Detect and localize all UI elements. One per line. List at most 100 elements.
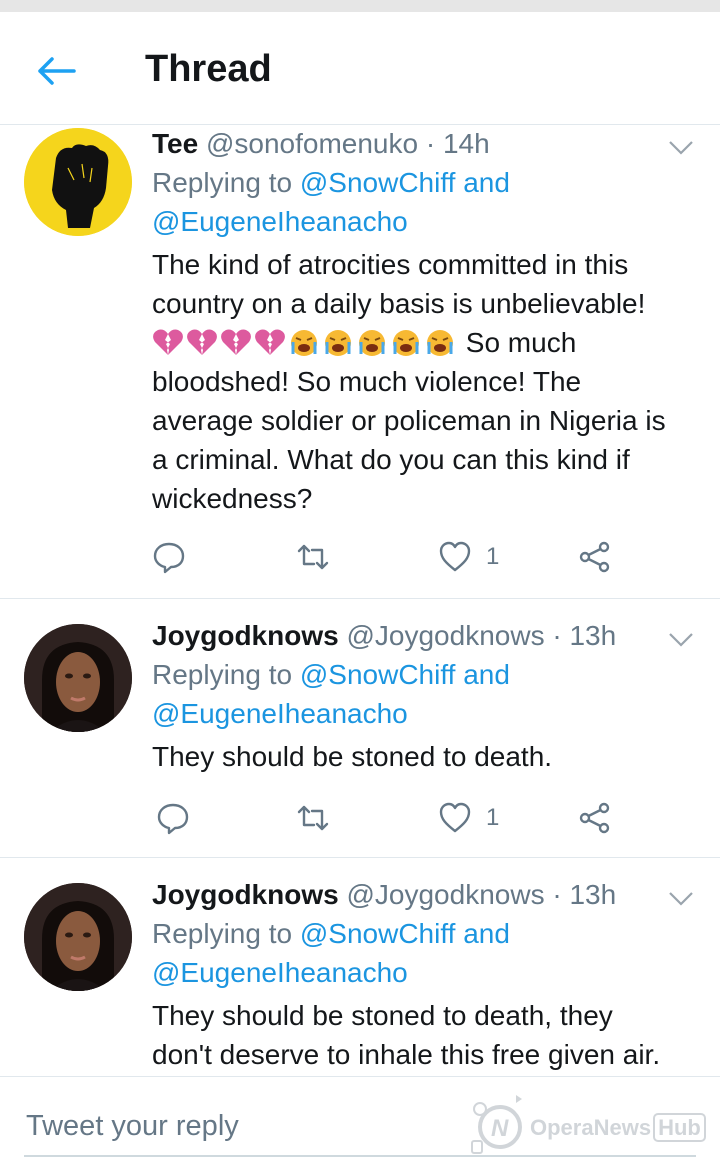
text-line: don't deserve to inhale this free given …	[152, 1039, 661, 1070]
user-handle[interactable]: @Joygodknows	[346, 879, 544, 910]
status-bar	[0, 0, 720, 12]
replying-to: Replying to @SnowChiff and	[152, 655, 696, 694]
like-button[interactable]: 1	[438, 537, 499, 577]
display-name[interactable]: Joygodknows	[152, 879, 339, 910]
replying-to-cont: @EugeneIheanacho	[152, 953, 696, 992]
watermark-hub: Hub	[653, 1113, 706, 1142]
tweet-2[interactable]: Joygodknows @Joygodknows · 13h Replying …	[0, 598, 720, 858]
avatar[interactable]	[24, 883, 132, 991]
tweet-header: Tee @sonofomenuko · 14h	[152, 124, 696, 163]
loudly-crying-face-emoji	[325, 330, 351, 356]
page-title: Thread	[145, 48, 272, 90]
tweet-text: The kind of atrocities committed in this…	[152, 245, 696, 518]
watermark: N OperaNews Hub	[466, 1089, 706, 1159]
display-name[interactable]: Tee	[152, 128, 198, 159]
svg-text:N: N	[491, 1115, 509, 1142]
raised-fist-icon	[24, 128, 132, 236]
broken-heart-emoji	[255, 329, 285, 355]
share-button[interactable]	[578, 537, 612, 577]
replying-to-label: Replying to	[152, 659, 293, 690]
tweet-text: They should be stoned to death, they don…	[152, 996, 696, 1074]
broken-heart-emoji	[187, 329, 217, 355]
heart-icon	[439, 541, 471, 572]
text-line: wickedness?	[152, 483, 313, 514]
header: Thread	[0, 12, 720, 125]
mention-and[interactable]: and	[463, 167, 510, 198]
tweet-3[interactable]: Joygodknows @Joygodknows · 13h Replying …	[0, 857, 720, 1076]
share-icon	[579, 802, 610, 834]
tweet-content: Tee @sonofomenuko · 14h Replying to @Sno…	[152, 124, 696, 518]
reply-icon	[153, 542, 185, 574]
mention-and[interactable]: and	[463, 659, 510, 690]
tweet-header: Joygodknows @Joygodknows · 13h	[152, 875, 696, 914]
replying-to: Replying to @SnowChiff and	[152, 914, 696, 953]
text-line: The kind of atrocities committed in this	[152, 249, 629, 280]
arrow-left-icon[interactable]	[36, 56, 76, 86]
share-button[interactable]	[578, 798, 612, 838]
tweet-text: They should be stoned to death.	[152, 737, 696, 776]
text-line-emoji: So much	[152, 323, 696, 362]
tweet-content: Joygodknows @Joygodknows · 13h Replying …	[152, 875, 696, 1074]
replying-to-label: Replying to	[152, 918, 293, 949]
user-handle[interactable]: @Joygodknows	[346, 620, 544, 651]
display-name[interactable]: Joygodknows	[152, 620, 339, 651]
replying-to-cont: @EugeneIheanacho	[152, 694, 696, 733]
reply-bar: N OperaNewsHub	[0, 1076, 720, 1169]
replying-to-label: Replying to	[152, 167, 293, 198]
mention-and[interactable]: and	[463, 918, 510, 949]
separator: ·	[552, 620, 562, 651]
broken-heart-emoji	[221, 329, 251, 355]
timestamp: 14h	[442, 128, 490, 159]
profile-photo	[24, 624, 132, 732]
like-count: 1	[486, 804, 500, 831]
loudly-crying-face-emoji	[427, 330, 453, 356]
retweet-button[interactable]	[296, 798, 330, 838]
text-line: country on a daily basis is unbelievable…	[152, 288, 646, 319]
reply-button[interactable]	[156, 798, 190, 838]
like-button[interactable]: 1	[438, 798, 499, 838]
loudly-crying-face-emoji	[291, 330, 317, 356]
tweet-actions: 1	[152, 798, 622, 838]
text-line: average soldier or policeman in Nigeria …	[152, 405, 666, 436]
retweet-button[interactable]	[296, 537, 330, 577]
replying-to: Replying to @SnowChiff and	[152, 163, 696, 202]
retweet-icon	[297, 544, 329, 570]
mention-link[interactable]: @EugeneIheanacho	[152, 957, 408, 988]
tweet-actions: 1	[152, 537, 622, 577]
mention-link[interactable]: @SnowChiff	[300, 918, 456, 949]
broken-heart-emoji	[153, 329, 183, 355]
retweet-icon	[297, 805, 329, 831]
operanews-logo-icon: N	[471, 1095, 522, 1154]
text-line: They should be stoned to death, they	[152, 1000, 613, 1031]
profile-photo	[24, 883, 132, 991]
reply-icon	[157, 803, 189, 835]
mention-link[interactable]: @SnowChiff	[300, 659, 456, 690]
share-icon	[579, 541, 610, 573]
mention-link[interactable]: @EugeneIheanacho	[152, 206, 408, 237]
text-fragment: So much	[465, 327, 577, 358]
replying-to-cont: @EugeneIheanacho	[152, 202, 696, 241]
reply-button[interactable]	[152, 537, 186, 577]
text-line: They should be stoned to death.	[152, 741, 553, 772]
loudly-crying-face-emoji	[359, 330, 385, 356]
text-line: a criminal. What do you can this kind if	[152, 444, 630, 475]
mention-link[interactable]: @SnowChiff	[300, 167, 456, 198]
mention-link[interactable]: @EugeneIheanacho	[152, 698, 408, 729]
tweet-header: Joygodknows @Joygodknows · 13h	[152, 616, 696, 655]
timestamp: 13h	[569, 879, 617, 910]
text-line: bloodshed! So much violence! The	[152, 366, 582, 397]
loudly-crying-face-emoji	[393, 330, 419, 356]
reply-input[interactable]	[24, 1105, 448, 1147]
tweet-1[interactable]: Tee @sonofomenuko · 14h Replying to @Sno…	[0, 124, 720, 599]
separator: ·	[425, 128, 436, 159]
separator: ·	[552, 879, 562, 910]
timestamp: 13h	[569, 620, 617, 651]
heart-icon	[439, 802, 471, 833]
avatar[interactable]	[24, 128, 132, 236]
tweet-content: Joygodknows @Joygodknows · 13h Replying …	[152, 616, 696, 776]
watermark-brand: OperaNews	[530, 1115, 652, 1140]
watermark-text: OperaNews Hub	[530, 1113, 706, 1142]
user-handle[interactable]: @sonofomenuko	[206, 128, 418, 159]
like-count: 1	[486, 543, 500, 570]
avatar[interactable]	[24, 624, 132, 732]
